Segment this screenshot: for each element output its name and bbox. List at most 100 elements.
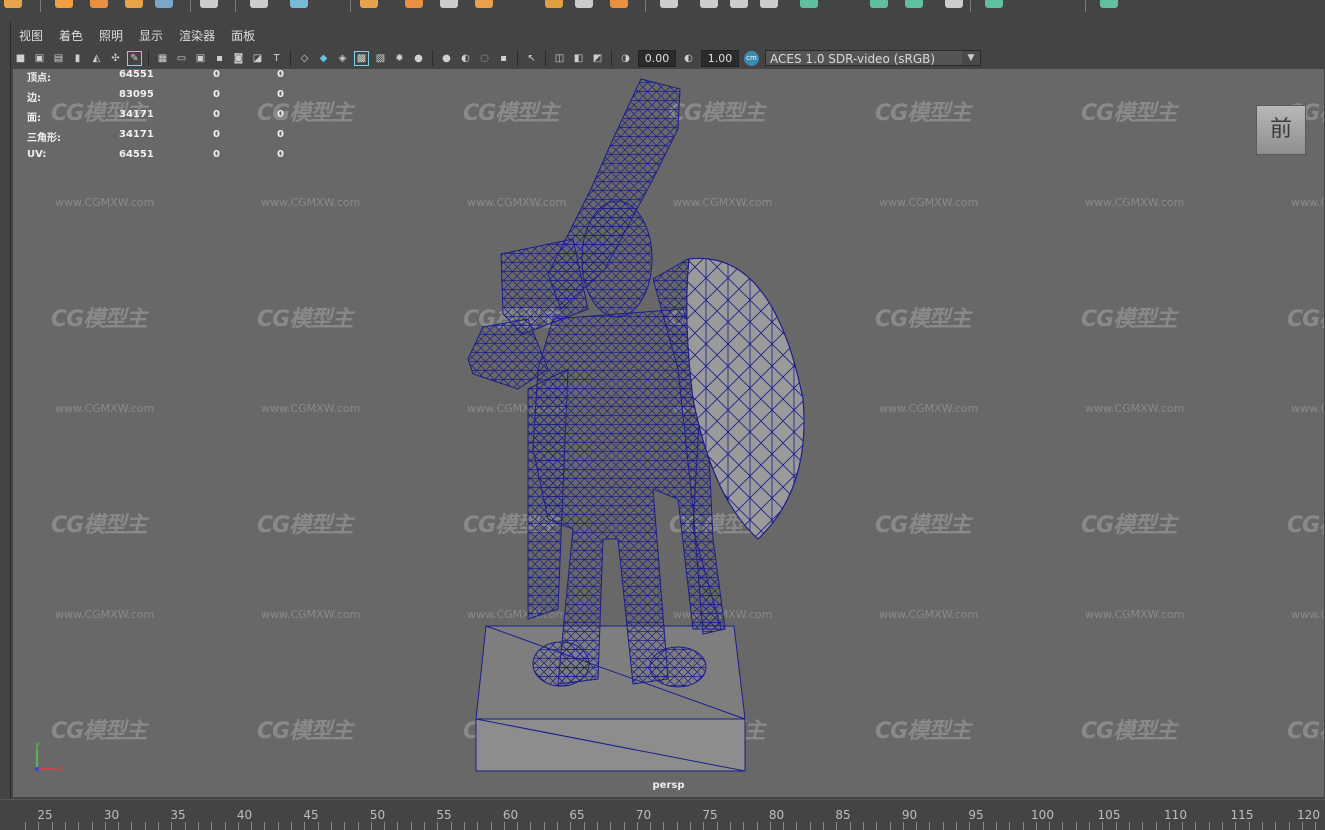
timeline-tick-label: 50 bbox=[369, 808, 386, 822]
camera-attr-icon[interactable]: ▣ bbox=[32, 51, 47, 66]
hud-value: 0 bbox=[277, 69, 284, 80]
gamma-icon[interactable]: ◐ bbox=[681, 51, 696, 66]
shelf-tool-icon[interactable] bbox=[800, 0, 818, 8]
wireframe-icon[interactable]: ◇ bbox=[297, 51, 312, 66]
menu-panels[interactable]: 面板 bbox=[223, 26, 263, 46]
hud-value: 0 bbox=[213, 89, 220, 100]
textured-icon[interactable]: ▧ bbox=[373, 51, 388, 66]
3d-viewport[interactable]: CG模型主 www.CGMXW.com CG模型主 www.CGMXW.com CG模型… bbox=[13, 69, 1324, 797]
bookmark-camera-icon[interactable]: ▤ bbox=[51, 51, 66, 66]
image-plane-icon[interactable]: ◭ bbox=[89, 51, 104, 66]
move-icon[interactable]: ✣ bbox=[108, 51, 123, 66]
shelf-tool-icon[interactable] bbox=[155, 0, 173, 8]
shelf-tool-icon[interactable] bbox=[90, 0, 108, 8]
menu-show[interactable]: 显示 bbox=[131, 26, 171, 46]
exposure-icon[interactable]: ◑ bbox=[618, 51, 633, 66]
shelf-tool-icon[interactable] bbox=[870, 0, 888, 8]
color-space-dropdown[interactable]: ACES 1.0 SDR-video (sRGB) ▼ bbox=[765, 50, 981, 66]
shelf-tool-icon[interactable] bbox=[55, 0, 73, 8]
shelf-tool-icon[interactable] bbox=[475, 0, 493, 8]
backface-icon[interactable]: ◩ bbox=[590, 51, 605, 66]
menu-lighting[interactable]: 照明 bbox=[91, 26, 131, 46]
time-slider[interactable]: 25 30 35 40 45 50 55 60 65 70 75 80 85 90 95 100 105 110 1… bbox=[0, 799, 1325, 830]
camera-icon[interactable]: ■ bbox=[13, 51, 28, 66]
bookmark-icon[interactable]: ▮ bbox=[70, 51, 85, 66]
shelf-tool-icon[interactable] bbox=[200, 0, 218, 8]
shelf-tool-icon[interactable] bbox=[700, 0, 718, 8]
timeline-tick-label: 105 bbox=[1097, 808, 1121, 822]
shelf-tool-icon[interactable] bbox=[405, 0, 423, 8]
hud-label: UV: bbox=[27, 149, 47, 160]
xray-icon[interactable]: ▩ bbox=[354, 50, 369, 66]
shelf-tool-icon[interactable] bbox=[440, 0, 458, 8]
shelf-tool-icon[interactable] bbox=[660, 0, 678, 8]
shelf-tool-icon[interactable] bbox=[575, 0, 593, 8]
screen-space-ao-icon[interactable]: ● bbox=[439, 51, 454, 66]
shelf-tool-icon[interactable] bbox=[945, 0, 963, 8]
shelf-tool-icon[interactable] bbox=[250, 0, 268, 8]
view-cube[interactable]: 前 bbox=[1256, 105, 1306, 155]
gamma-field[interactable]: 1.00 bbox=[701, 49, 739, 67]
film-gate-icon[interactable]: ▭ bbox=[174, 51, 189, 66]
shelf-toolbar bbox=[0, 0, 1325, 22]
shelf-tool-icon[interactable] bbox=[290, 0, 308, 8]
pedestal bbox=[475, 625, 746, 772]
toolbar-separator bbox=[432, 50, 433, 66]
safe-action-icon[interactable]: ◪ bbox=[250, 51, 265, 66]
toolbar-separator bbox=[545, 50, 546, 66]
shelf-separator bbox=[190, 0, 191, 12]
shelf-tool-icon[interactable] bbox=[125, 0, 143, 8]
resolution-gate-icon[interactable]: ▣ bbox=[193, 51, 208, 66]
timeline-tick-label: 45 bbox=[303, 808, 319, 822]
timeline-tick-label: 65 bbox=[569, 808, 585, 822]
shelf-tool-icon[interactable] bbox=[905, 0, 923, 8]
field-chart-icon[interactable]: ◙ bbox=[231, 51, 246, 66]
gate-mask-icon[interactable]: ▪ bbox=[212, 51, 227, 66]
timeline-tick-label: 55 bbox=[436, 808, 452, 822]
viewport-panel: 视图 着色 照明 显示 渲染器 面板 ■ ▣ ▤ ▮ ◭ ✣ ✎ ▦ ▭ ▣ ▪… bbox=[10, 22, 1325, 799]
shelf-separator bbox=[645, 0, 646, 12]
hud-value: 64551 bbox=[119, 69, 154, 80]
poly-count-hud: 顶点: 64551 0 0 边: 83095 0 0 面: 34171 0 0 三角形: 34171 0 0 U… bbox=[27, 69, 297, 169]
shelf-tool-icon[interactable] bbox=[360, 0, 378, 8]
shelf-tool-icon[interactable] bbox=[610, 0, 628, 8]
color-management-icon[interactable]: cm bbox=[744, 50, 759, 66]
motion-blur-icon[interactable]: ◐ bbox=[458, 51, 473, 66]
hud-value: 0 bbox=[213, 69, 220, 80]
isolate-icon[interactable]: ↖ bbox=[524, 51, 539, 66]
hud-value: 34171 bbox=[119, 109, 154, 120]
timeline-tick-label: 95 bbox=[968, 808, 984, 822]
xray-joints-icon[interactable]: ◫ bbox=[552, 51, 567, 66]
hud-row: 边: 83095 0 0 bbox=[27, 89, 297, 109]
wireframe-model[interactable] bbox=[13, 69, 1324, 797]
shelf-tool-icon[interactable] bbox=[1100, 0, 1118, 8]
color-space-value: ACES 1.0 SDR-video (sRGB) bbox=[770, 52, 936, 66]
menu-renderer[interactable]: 渲染器 bbox=[171, 26, 223, 46]
grease-pencil-icon[interactable]: ✎ bbox=[127, 50, 142, 66]
depth-of-field-icon[interactable]: ▪ bbox=[496, 51, 511, 66]
shelf-tool-icon[interactable] bbox=[730, 0, 748, 8]
grid-icon[interactable]: ▦ bbox=[155, 51, 170, 66]
shelf-tool-icon[interactable] bbox=[545, 0, 563, 8]
shelf-tool-icon[interactable] bbox=[760, 0, 778, 8]
menu-view[interactable]: 视图 bbox=[11, 26, 51, 46]
timeline-tick-label: 30 bbox=[103, 808, 120, 822]
wireframe-on-shaded-icon[interactable]: ◈ bbox=[335, 51, 350, 66]
hud-label: 面: bbox=[27, 113, 41, 124]
shelf-separator bbox=[1085, 0, 1086, 12]
menu-shading[interactable]: 着色 bbox=[51, 26, 91, 46]
shadows-icon[interactable]: ● bbox=[411, 51, 426, 66]
hud-row: 顶点: 64551 0 0 bbox=[27, 69, 297, 89]
safe-title-icon[interactable]: T bbox=[269, 51, 284, 66]
timeline-tick-label: 75 bbox=[702, 808, 718, 822]
exposure-field[interactable]: 0.00 bbox=[638, 49, 676, 67]
shaded-icon[interactable]: ◆ bbox=[316, 51, 331, 66]
hud-value: 64551 bbox=[119, 149, 154, 160]
anti-alias-icon[interactable]: ◌ bbox=[477, 51, 492, 66]
xray-active-icon[interactable]: ◧ bbox=[571, 51, 586, 66]
panel-menubar: 视图 着色 照明 显示 渲染器 面板 bbox=[11, 26, 263, 46]
shelf-tool-icon[interactable] bbox=[4, 0, 22, 8]
light-icon[interactable]: ✹ bbox=[392, 51, 407, 66]
timeline-tick-label: 100 bbox=[1031, 808, 1054, 822]
shelf-tool-icon[interactable] bbox=[985, 0, 1003, 8]
